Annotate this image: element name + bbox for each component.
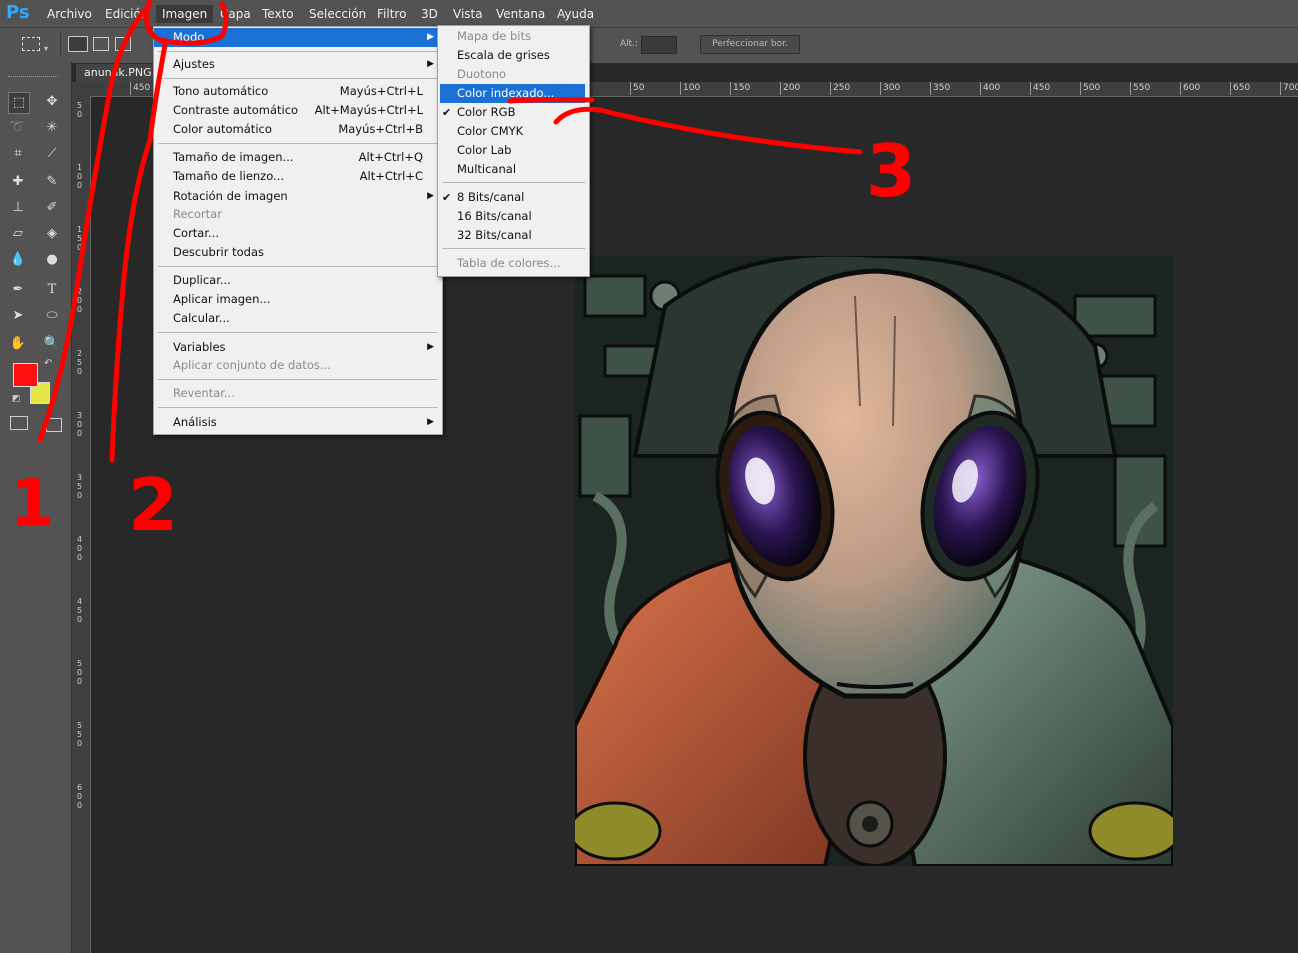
- annotation-underline: [507, 97, 595, 104]
- annotation-number-3: 3: [866, 129, 916, 213]
- annotation-overlay: 1 2 3: [10, 0, 916, 547]
- annotation-arrow-3: [553, 106, 863, 155]
- annotation-line-2: [109, 42, 168, 463]
- annotation-number-2: 2: [128, 463, 178, 547]
- annotation-circle-imagen: [144, 0, 229, 46]
- annotation-number-1: 1: [10, 467, 55, 541]
